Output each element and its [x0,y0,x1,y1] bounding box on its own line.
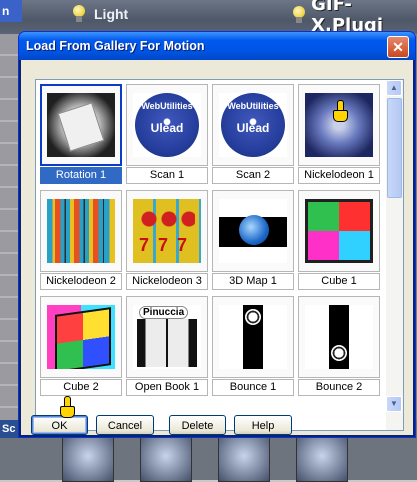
slot-machine-thumbnail-icon [133,199,201,263]
thumbnail-brand: Ulead [150,121,184,135]
gallery-item-label[interactable]: Bounce 1 [212,379,294,396]
ulead-disc-thumbnail-icon: WebUtilities Ulead [219,93,287,157]
gallery-thumbnail-frame[interactable] [212,296,294,378]
light-toolbar-item[interactable]: Light [70,2,128,26]
thumbnail-text: Pinuccia [139,306,189,319]
gallery-item-label[interactable]: Scan 1 [126,167,208,184]
gallery-thumbnail-frame[interactable] [298,84,380,166]
lightbulb-icon [290,4,307,26]
gallery-item-label[interactable]: Cube 1 [298,273,380,290]
delete-button[interactable]: Delete [169,415,226,435]
background-tab[interactable]: n [0,0,22,22]
gallery-item-label[interactable]: Scan 2 [212,167,294,184]
gallery-thumbnail-frame[interactable] [40,84,122,166]
gallery-item-label[interactable]: Cube 2 [40,379,122,396]
soccer-ball-thumbnail-icon [305,305,373,369]
close-icon: ✕ [392,39,404,55]
hand-cursor-icon [60,396,75,418]
ok-button[interactable]: OK [31,415,88,435]
nickelodeon-stripes-thumbnail-icon [47,199,115,263]
soccer-ball-thumbnail-icon [219,305,287,369]
gallery-thumbnail-frame[interactable]: WebUtilities Ulead [212,84,294,166]
scrollbar-thumb[interactable] [387,98,402,198]
gallery-list[interactable]: Rotation 1 WebUtilities Ulead Scan 1 Web… [35,79,404,431]
dialog-title-bar[interactable]: Load From Gallery For Motion ✕ [19,32,415,60]
gallery-thumbnail-frame[interactable] [40,190,122,272]
gallery-item-label[interactable]: Nickelodeon 3 [126,273,208,290]
gallery-item-label[interactable]: 3D Map 1 [212,273,294,290]
gallery-thumbnail-frame[interactable] [298,190,380,272]
gallery-thumbnail-frame[interactable] [298,296,380,378]
thumbnail-brand: Ulead [236,121,270,135]
help-button[interactable]: Help [234,415,292,435]
cube-thumbnail-icon [305,199,373,263]
gallery-thumbnail-frame[interactable] [126,190,208,272]
ulead-disc-thumbnail-icon: WebUtilities Ulead [133,93,201,157]
dialog-title: Load From Gallery For Motion [26,39,205,53]
gallery-thumbnail-frame[interactable] [40,296,122,378]
rotation-thumbnail-icon [47,93,115,157]
globe-thumbnail-icon [219,199,287,263]
light-label: Light [94,6,129,22]
cancel-button[interactable]: Cancel [96,415,154,435]
gallery-item-label[interactable]: Nickelodeon 1 [298,167,380,184]
thumbnail-text: WebUtilities [141,101,193,111]
book-thumbnail-icon: Pinuccia [133,305,201,369]
background-left-panel [0,34,20,424]
scroll-down-button[interactable]: ▼ [386,396,402,412]
vertical-scrollbar[interactable]: ▲ ▼ [386,80,403,430]
hand-cursor-icon [333,100,348,122]
gallery-item-label[interactable]: Open Book 1 [126,379,208,396]
gallery-item-label[interactable]: Nickelodeon 2 [40,273,122,290]
gallery-item-label[interactable]: Bounce 2 [298,379,380,396]
lightbulb-icon [70,3,88,25]
gifx-plugin-item[interactable]: GIF-X.Plugi [290,0,417,36]
thumbnail-text: WebUtilities [227,101,279,111]
gallery-grid: Rotation 1 WebUtilities Ulead Scan 1 Web… [36,80,386,430]
gallery-thumbnail-frame[interactable]: WebUtilities Ulead [126,84,208,166]
gallery-item-label[interactable]: Rotation 1 [40,167,122,184]
scroll-up-button[interactable]: ▲ [386,80,402,96]
cube-thumbnail-icon [47,305,115,369]
close-button[interactable]: ✕ [387,36,409,58]
gallery-thumbnail-frame[interactable]: Pinuccia [126,296,208,378]
gallery-thumbnail-frame[interactable] [212,190,294,272]
